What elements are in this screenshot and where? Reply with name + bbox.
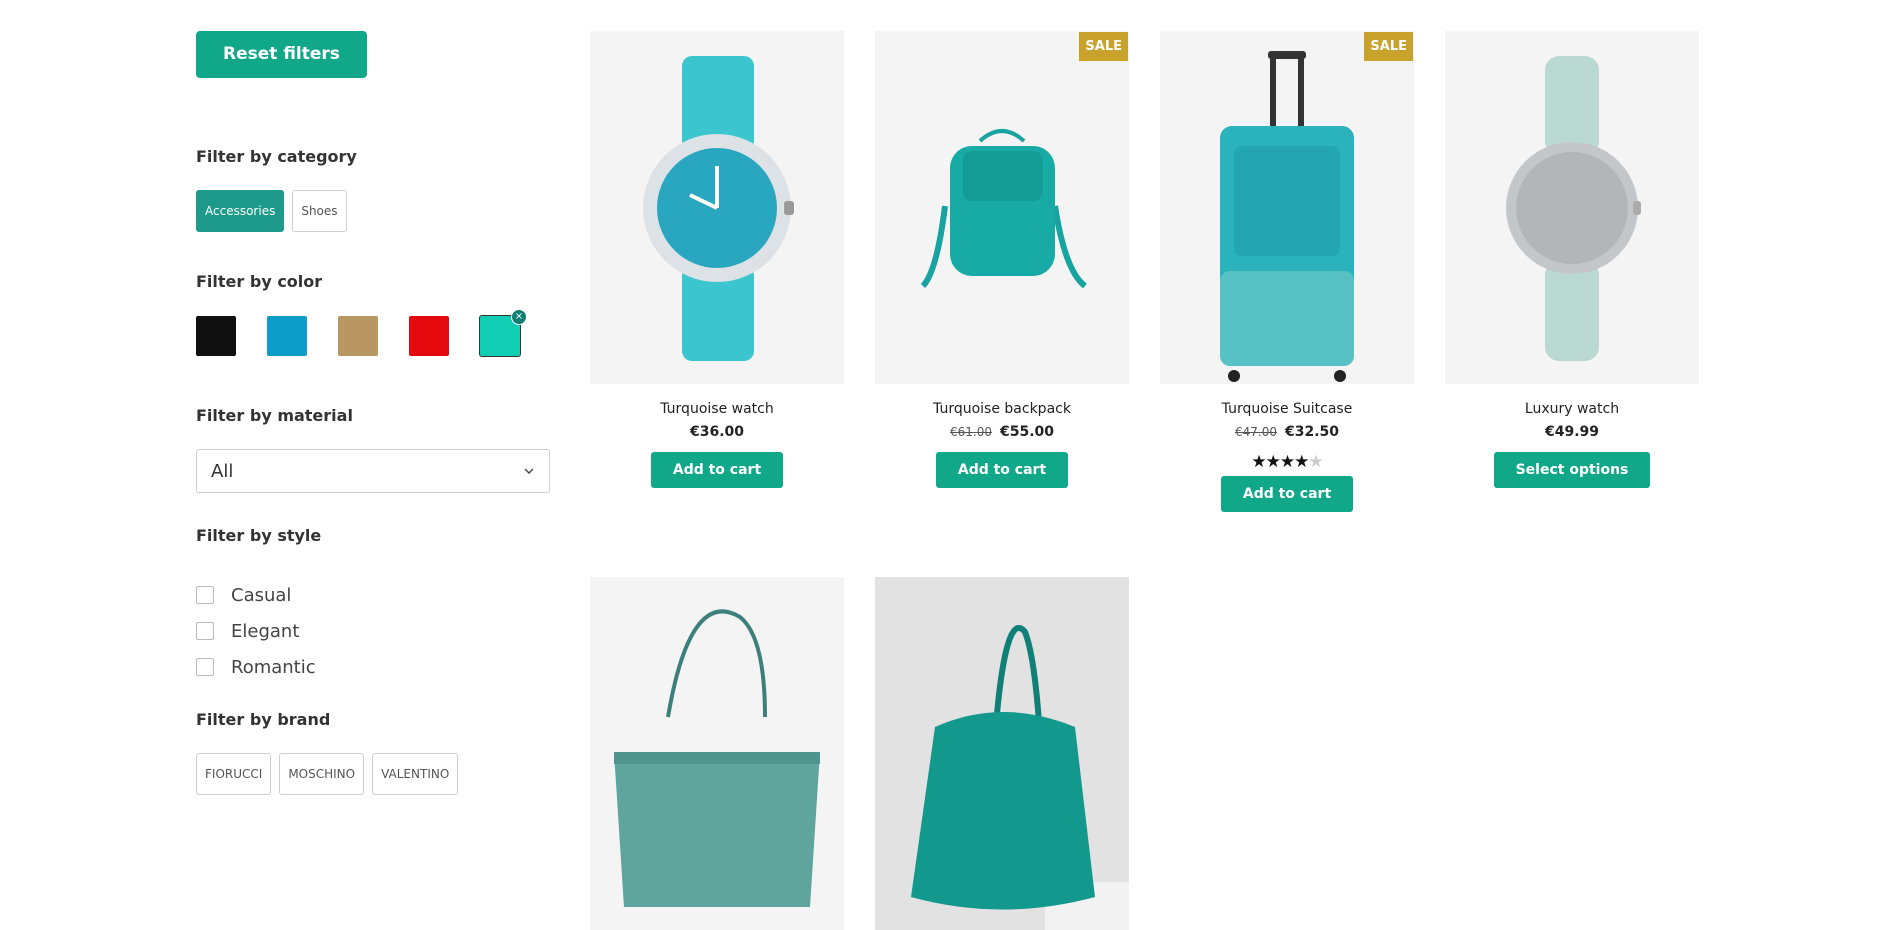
color-swatch-turquoise[interactable]: ×: [479, 309, 527, 357]
product-price: €61.00 €55.00: [875, 422, 1129, 442]
star-icon: ★: [1308, 452, 1323, 472]
style-checkbox[interactable]: [196, 658, 214, 676]
sale-badge: SALE: [1079, 32, 1128, 61]
color-swatch-brown[interactable]: [338, 316, 378, 356]
product-rating: ★★★★★: [1160, 452, 1414, 472]
sale-badge: SALE: [1364, 32, 1413, 61]
close-icon[interactable]: ×: [511, 309, 527, 325]
filter-style-title: Filter by style: [196, 526, 322, 545]
product-card: SALE Turquoise backpack €61.00 €55.00 Add…: [875, 31, 1129, 488]
product-image-luxury-watch[interactable]: [1445, 31, 1699, 384]
color-swatch-blue[interactable]: [267, 316, 307, 356]
product-card: SALE Turquoise Suitcase €47.00 €32.50 ★★★…: [1160, 31, 1414, 512]
style-checkbox[interactable]: [196, 622, 214, 640]
filter-sidebar: Reset filters Filter by category Accesso…: [196, 31, 552, 795]
style-option-label: Casual: [231, 584, 292, 606]
color-swatch-red[interactable]: [409, 316, 449, 356]
product-current-price: €36.00: [689, 424, 745, 440]
select-options-button[interactable]: Select options: [1493, 452, 1651, 488]
style-option-casual[interactable]: Casual: [196, 577, 316, 613]
add-to-cart-button[interactable]: Add to cart: [935, 452, 1069, 488]
category-chip-shoes[interactable]: Shoes: [292, 190, 347, 232]
brand-chip-fiorucci[interactable]: FIORUCCI: [196, 753, 272, 795]
color-swatch-black[interactable]: [196, 316, 236, 356]
product-old-price: €47.00: [1234, 425, 1277, 439]
filter-brand-title: Filter by brand: [196, 710, 331, 729]
add-to-cart-button[interactable]: Add to cart: [1220, 476, 1354, 512]
star-icon: ★: [1251, 452, 1266, 472]
style-options: Casual Elegant Romantic: [196, 577, 316, 685]
reset-filters-button[interactable]: Reset filters: [196, 31, 367, 78]
filter-category-title: Filter by category: [196, 147, 357, 166]
style-option-elegant[interactable]: Elegant: [196, 613, 316, 649]
product-image-leather-bag[interactable]: [875, 577, 1129, 930]
product-card: Luxury watch €49.99 Select options: [1445, 31, 1699, 488]
filter-color-title: Filter by color: [196, 272, 323, 291]
product-image-tote-bag[interactable]: [590, 577, 844, 930]
style-option-romantic[interactable]: Romantic: [196, 649, 316, 685]
product-price: €36.00: [590, 422, 844, 442]
product-name[interactable]: Turquoise Suitcase: [1160, 399, 1414, 419]
product-image-turquoise-backpack[interactable]: SALE: [875, 31, 1129, 384]
style-checkbox[interactable]: [196, 586, 214, 604]
add-to-cart-button[interactable]: Add to cart: [650, 452, 784, 488]
product-card: Turquoise watch €36.00 Add to cart: [590, 31, 844, 488]
product-price: €47.00 €32.50: [1160, 422, 1414, 442]
product-price: €49.99: [1445, 422, 1699, 442]
product-name[interactable]: Turquoise backpack: [875, 399, 1129, 419]
style-option-label: Romantic: [231, 656, 316, 678]
brand-options: FIORUCCI MOSCHINO VALENTINO: [196, 753, 459, 795]
product-name[interactable]: Luxury watch: [1445, 399, 1699, 419]
star-icon: ★: [1294, 452, 1309, 472]
product-card: [590, 577, 844, 930]
product-card: [875, 577, 1129, 930]
product-name[interactable]: Turquoise watch: [590, 399, 844, 419]
star-icon: ★: [1279, 452, 1295, 472]
brand-chip-valentino[interactable]: VALENTINO: [372, 753, 459, 795]
filter-material-title: Filter by material: [196, 406, 353, 425]
chevron-down-icon: [524, 468, 534, 474]
brand-chip-moschino[interactable]: MOSCHINO: [279, 753, 365, 795]
style-option-label: Elegant: [231, 620, 300, 642]
material-select-value: All: [211, 460, 234, 482]
product-current-price: €32.50: [1284, 424, 1340, 440]
product-current-price: €49.99: [1544, 424, 1600, 440]
product-image-turquoise-suitcase[interactable]: SALE: [1160, 31, 1414, 384]
material-select[interactable]: All: [196, 449, 550, 493]
category-options: Accessories Shoes: [196, 190, 347, 232]
product-current-price: €55.00: [999, 424, 1055, 440]
product-old-price: €61.00: [949, 425, 992, 439]
category-chip-accessories[interactable]: Accessories: [196, 190, 285, 232]
star-icon: ★: [1265, 452, 1281, 472]
color-swatches: ×: [196, 309, 527, 357]
product-image-turquoise-watch[interactable]: [590, 31, 844, 384]
